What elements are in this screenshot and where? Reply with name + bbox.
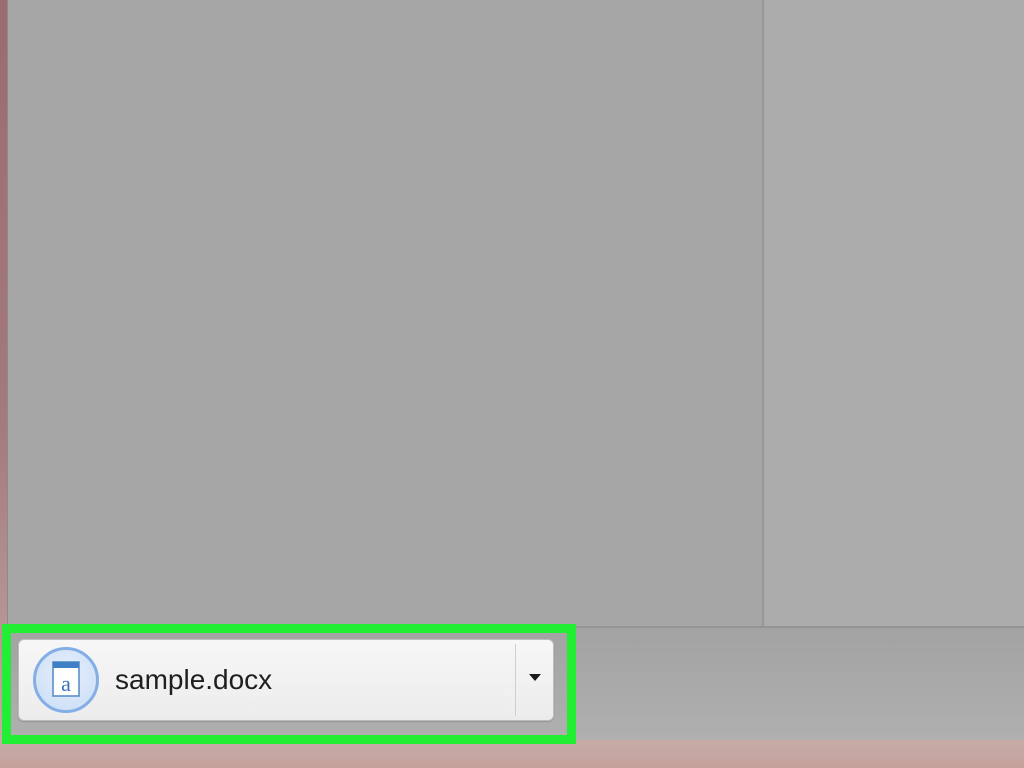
desktop-strip (0, 740, 1024, 768)
page-content-left (8, 0, 762, 626)
highlight-box (2, 624, 576, 744)
page-content-right (764, 0, 1024, 626)
